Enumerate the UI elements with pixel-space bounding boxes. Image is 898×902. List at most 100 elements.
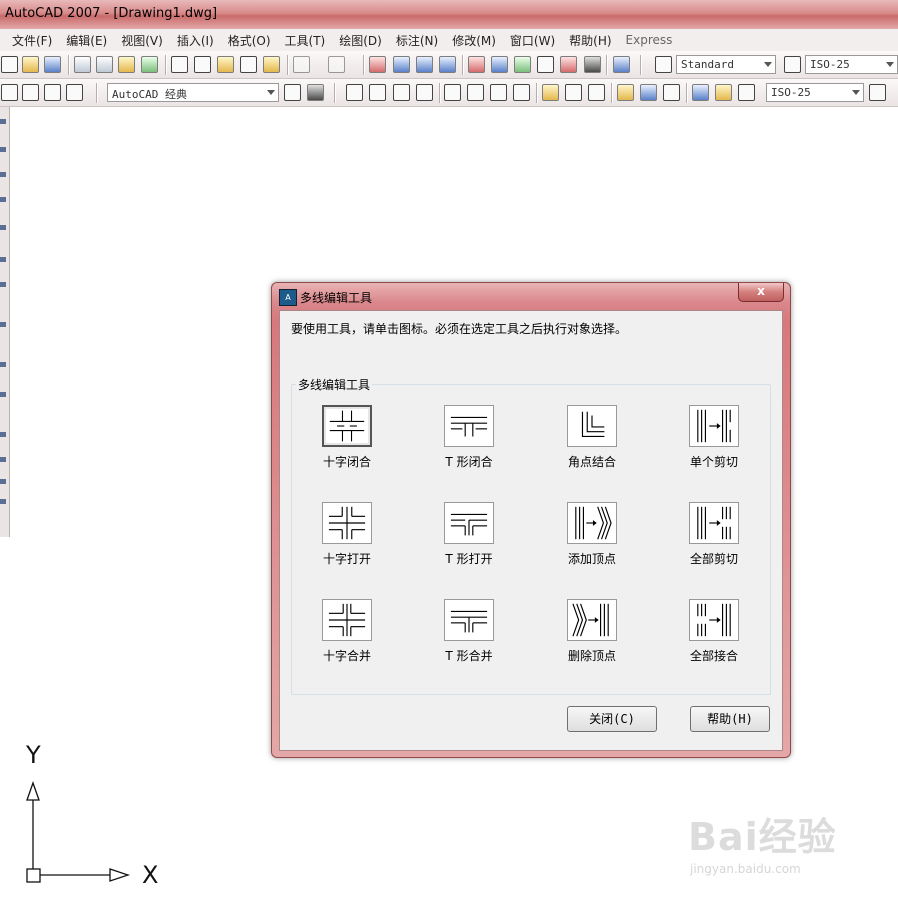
- menu-view[interactable]: 视图(V): [114, 32, 170, 49]
- block-editor-icon[interactable]: [263, 56, 280, 73]
- baseline-dim-icon[interactable]: [565, 84, 582, 101]
- layer-icon[interactable]: [1, 84, 18, 101]
- arc-icon[interactable]: [0, 257, 6, 262]
- zoom-window-icon[interactable]: [416, 56, 433, 73]
- copy-icon[interactable]: [194, 56, 211, 73]
- quick-dim-icon[interactable]: [542, 84, 559, 101]
- radius-dim-icon[interactable]: [444, 84, 461, 101]
- zoom-realtime-icon[interactable]: [393, 56, 410, 73]
- tee-open-icon[interactable]: [444, 502, 494, 544]
- markup-icon[interactable]: [560, 56, 577, 73]
- layer-previous-icon[interactable]: [44, 84, 61, 101]
- gradient-icon[interactable]: [0, 457, 6, 462]
- tool-corner-joint[interactable]: 角点结合: [537, 405, 637, 485]
- tolerance-icon[interactable]: [640, 84, 657, 101]
- dim-edit-icon[interactable]: [692, 84, 709, 101]
- menu-tools[interactable]: 工具(T): [278, 32, 333, 49]
- workspace-settings-icon[interactable]: [284, 84, 301, 101]
- help-icon[interactable]: [613, 56, 630, 73]
- close-button[interactable]: 关闭(C): [567, 706, 657, 732]
- diameter-dim-icon[interactable]: [490, 84, 507, 101]
- 3d-dwf-icon[interactable]: [141, 56, 158, 73]
- line-icon[interactable]: [0, 119, 6, 124]
- cross-open-icon[interactable]: [322, 502, 372, 544]
- tool-cross-closed[interactable]: 十字闭合: [292, 405, 392, 485]
- angular-dim-icon[interactable]: [513, 84, 530, 101]
- cut-all-icon[interactable]: [689, 502, 739, 544]
- table-icon[interactable]: [0, 499, 6, 504]
- menu-insert[interactable]: 插入(I): [170, 32, 221, 49]
- new-icon[interactable]: [1, 56, 18, 73]
- cross-closed-icon[interactable]: [322, 405, 372, 447]
- linear-dim-icon[interactable]: [346, 84, 363, 101]
- quick-leader-icon[interactable]: [617, 84, 634, 101]
- open-icon[interactable]: [22, 56, 39, 73]
- layer-isolate-icon[interactable]: [66, 84, 83, 101]
- menu-express[interactable]: Express: [619, 33, 680, 47]
- print-preview-icon[interactable]: [96, 56, 113, 73]
- polygon-icon[interactable]: [0, 197, 6, 202]
- design-center-icon[interactable]: [491, 56, 508, 73]
- aligned-dim-icon[interactable]: [369, 84, 386, 101]
- insert-block-icon[interactable]: [0, 392, 6, 397]
- menu-help[interactable]: 帮助(H): [562, 32, 618, 49]
- continue-dim-icon[interactable]: [588, 84, 605, 101]
- text-style-icon[interactable]: [655, 56, 672, 73]
- circle-icon[interactable]: [0, 282, 6, 287]
- paste-icon[interactable]: [217, 56, 234, 73]
- rectangle-icon[interactable]: [0, 225, 6, 230]
- tee-merged-icon[interactable]: [444, 599, 494, 641]
- menu-file[interactable]: 文件(F): [0, 32, 59, 49]
- tool-tee-open[interactable]: T 形打开: [414, 502, 514, 582]
- tool-delete-vertex[interactable]: 删除顶点: [537, 599, 637, 679]
- redo-icon[interactable]: [328, 56, 345, 73]
- tool-tee-closed[interactable]: T 形闭合: [414, 405, 514, 485]
- tool-weld-all[interactable]: 全部接合: [659, 599, 759, 679]
- cut-single-icon[interactable]: [689, 405, 739, 447]
- menu-draw[interactable]: 绘图(D): [332, 32, 389, 49]
- ellipse-icon[interactable]: [0, 362, 6, 367]
- pan-icon[interactable]: [369, 56, 386, 73]
- tool-cross-merged[interactable]: 十字合并: [292, 599, 392, 679]
- tee-closed-icon[interactable]: [444, 405, 494, 447]
- center-mark-icon[interactable]: [663, 84, 680, 101]
- polyline-icon[interactable]: [0, 172, 6, 177]
- tool-add-vertex[interactable]: 添加顶点: [537, 502, 637, 582]
- delete-vertex-icon[interactable]: [567, 599, 617, 641]
- tool-cut-single[interactable]: 单个剪切: [659, 405, 759, 485]
- menu-format[interactable]: 格式(O): [221, 32, 278, 49]
- zoom-previous-icon[interactable]: [439, 56, 456, 73]
- region-icon[interactable]: [0, 479, 6, 484]
- save-icon[interactable]: [44, 56, 61, 73]
- dim-text-edit-icon[interactable]: [715, 84, 732, 101]
- tool-cross-open[interactable]: 十字打开: [292, 502, 392, 582]
- add-vertex-icon[interactable]: [567, 502, 617, 544]
- dim-style-select[interactable]: ISO-25: [805, 55, 898, 74]
- tool-tee-merged[interactable]: T 形合并: [414, 599, 514, 679]
- properties-icon[interactable]: [468, 56, 485, 73]
- print-icon[interactable]: [74, 56, 91, 73]
- menu-edit[interactable]: 编辑(E): [59, 32, 114, 49]
- menu-modify[interactable]: 修改(M): [445, 32, 503, 49]
- menu-dimension[interactable]: 标注(N): [389, 32, 445, 49]
- dialog-close-button[interactable]: x: [738, 283, 784, 302]
- hatch-icon[interactable]: [0, 432, 6, 437]
- weld-all-icon[interactable]: [689, 599, 739, 641]
- match-properties-icon[interactable]: [240, 56, 257, 73]
- help-button[interactable]: 帮助(H): [690, 706, 770, 732]
- text-style-select[interactable]: Standard: [676, 55, 776, 74]
- dim-style-icon[interactable]: [784, 56, 801, 73]
- calculator-icon[interactable]: [584, 56, 601, 73]
- publish-icon[interactable]: [118, 56, 135, 73]
- spline-icon[interactable]: [0, 322, 6, 327]
- dim-style-manager-icon[interactable]: [869, 84, 886, 101]
- cross-merged-icon[interactable]: [322, 599, 372, 641]
- dim-update-icon[interactable]: [738, 84, 755, 101]
- jogged-dim-icon[interactable]: [467, 84, 484, 101]
- workspace-select[interactable]: AutoCAD 经典: [107, 83, 279, 102]
- corner-joint-icon[interactable]: [567, 405, 617, 447]
- ordinate-dim-icon[interactable]: [416, 84, 433, 101]
- workspace-save-icon[interactable]: [307, 84, 324, 101]
- ray-icon[interactable]: [0, 147, 6, 152]
- tool-palettes-icon[interactable]: [514, 56, 531, 73]
